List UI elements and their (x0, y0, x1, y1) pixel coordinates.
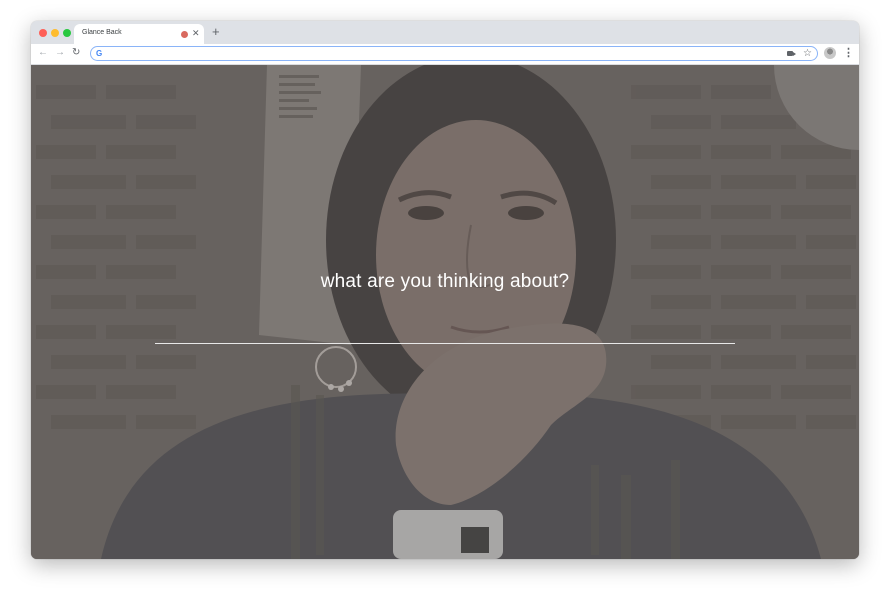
forward-arrow-icon[interactable]: → (55, 46, 65, 60)
kebab-menu-icon[interactable]: ⋮ (843, 46, 854, 60)
browser-window: Glance Back ✕ + ← → ↻ G ☆ ⋮ what are you… (31, 21, 859, 559)
zoom-window-button[interactable] (63, 29, 71, 37)
plus-icon[interactable]: + (212, 24, 220, 40)
close-icon[interactable]: ✕ (192, 27, 200, 39)
minimize-window-button[interactable] (51, 29, 59, 37)
browser-toolbar: ← → ↻ G ☆ ⋮ (31, 44, 859, 65)
reload-icon[interactable]: ↻ (72, 46, 80, 60)
tab-strip: Glance Back ✕ + (31, 21, 859, 44)
video-camera-icon[interactable] (787, 51, 796, 56)
back-arrow-icon[interactable]: ← (38, 46, 48, 60)
address-input[interactable] (109, 48, 769, 59)
recording-indicator-icon (181, 31, 188, 38)
thought-input[interactable] (155, 327, 735, 344)
page-content: what are you thinking about? (31, 65, 859, 559)
video-dim-overlay (31, 65, 859, 559)
close-window-button[interactable] (39, 29, 47, 37)
star-icon[interactable]: ☆ (803, 47, 812, 60)
tab-title: Glance Back (82, 29, 122, 36)
tab-glance-back[interactable]: Glance Back ✕ (74, 24, 204, 44)
prompt-heading: what are you thinking about? (320, 271, 570, 292)
avatar[interactable] (824, 47, 836, 59)
omnibox[interactable]: G ☆ (90, 46, 818, 61)
google-icon: G (96, 49, 103, 58)
